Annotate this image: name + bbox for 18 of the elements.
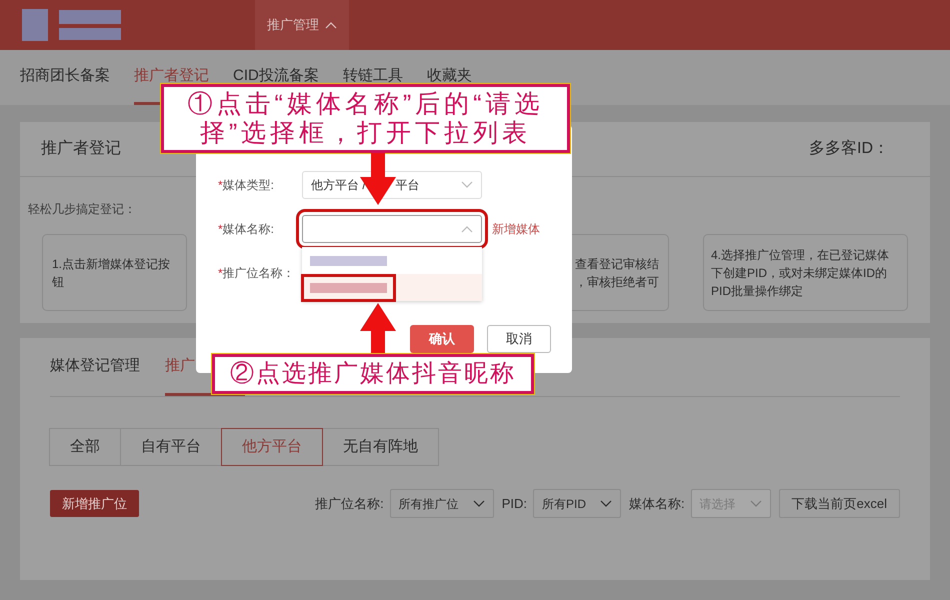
step-text: 查看登记审核结 [575,256,660,272]
filter-label: PID: [502,494,527,513]
callout-text: ①点击“媒体名称”后的“请选择”选择框，打开下拉列表 [186,90,544,148]
field-label: *媒体名称: [218,220,276,238]
step-text: 1.点击新增媒体登记按 [52,256,172,272]
field-label: *媒体类型: [218,176,276,194]
panel-title: 推广者登记 [41,138,121,159]
filter-label: 媒体名称: [629,494,685,513]
step-text: 4.选择推广位管理，在已登记媒体 [711,246,890,264]
select-value: 平台 [396,176,420,194]
step-text: PID批量操作绑定 [711,282,804,300]
intro-text: 轻松几步搞定登记： [28,202,136,216]
field-label: *推广位名称： [218,264,296,282]
id-label: 多多客ID： [809,138,889,159]
step-text: 钮 [52,274,65,290]
step-text: 下创建PID，或对未绑定媒体ID的 [711,264,888,282]
filter-label: 推广位名称: [315,494,384,513]
step-text: ，审核拒绝者可 [575,274,660,290]
